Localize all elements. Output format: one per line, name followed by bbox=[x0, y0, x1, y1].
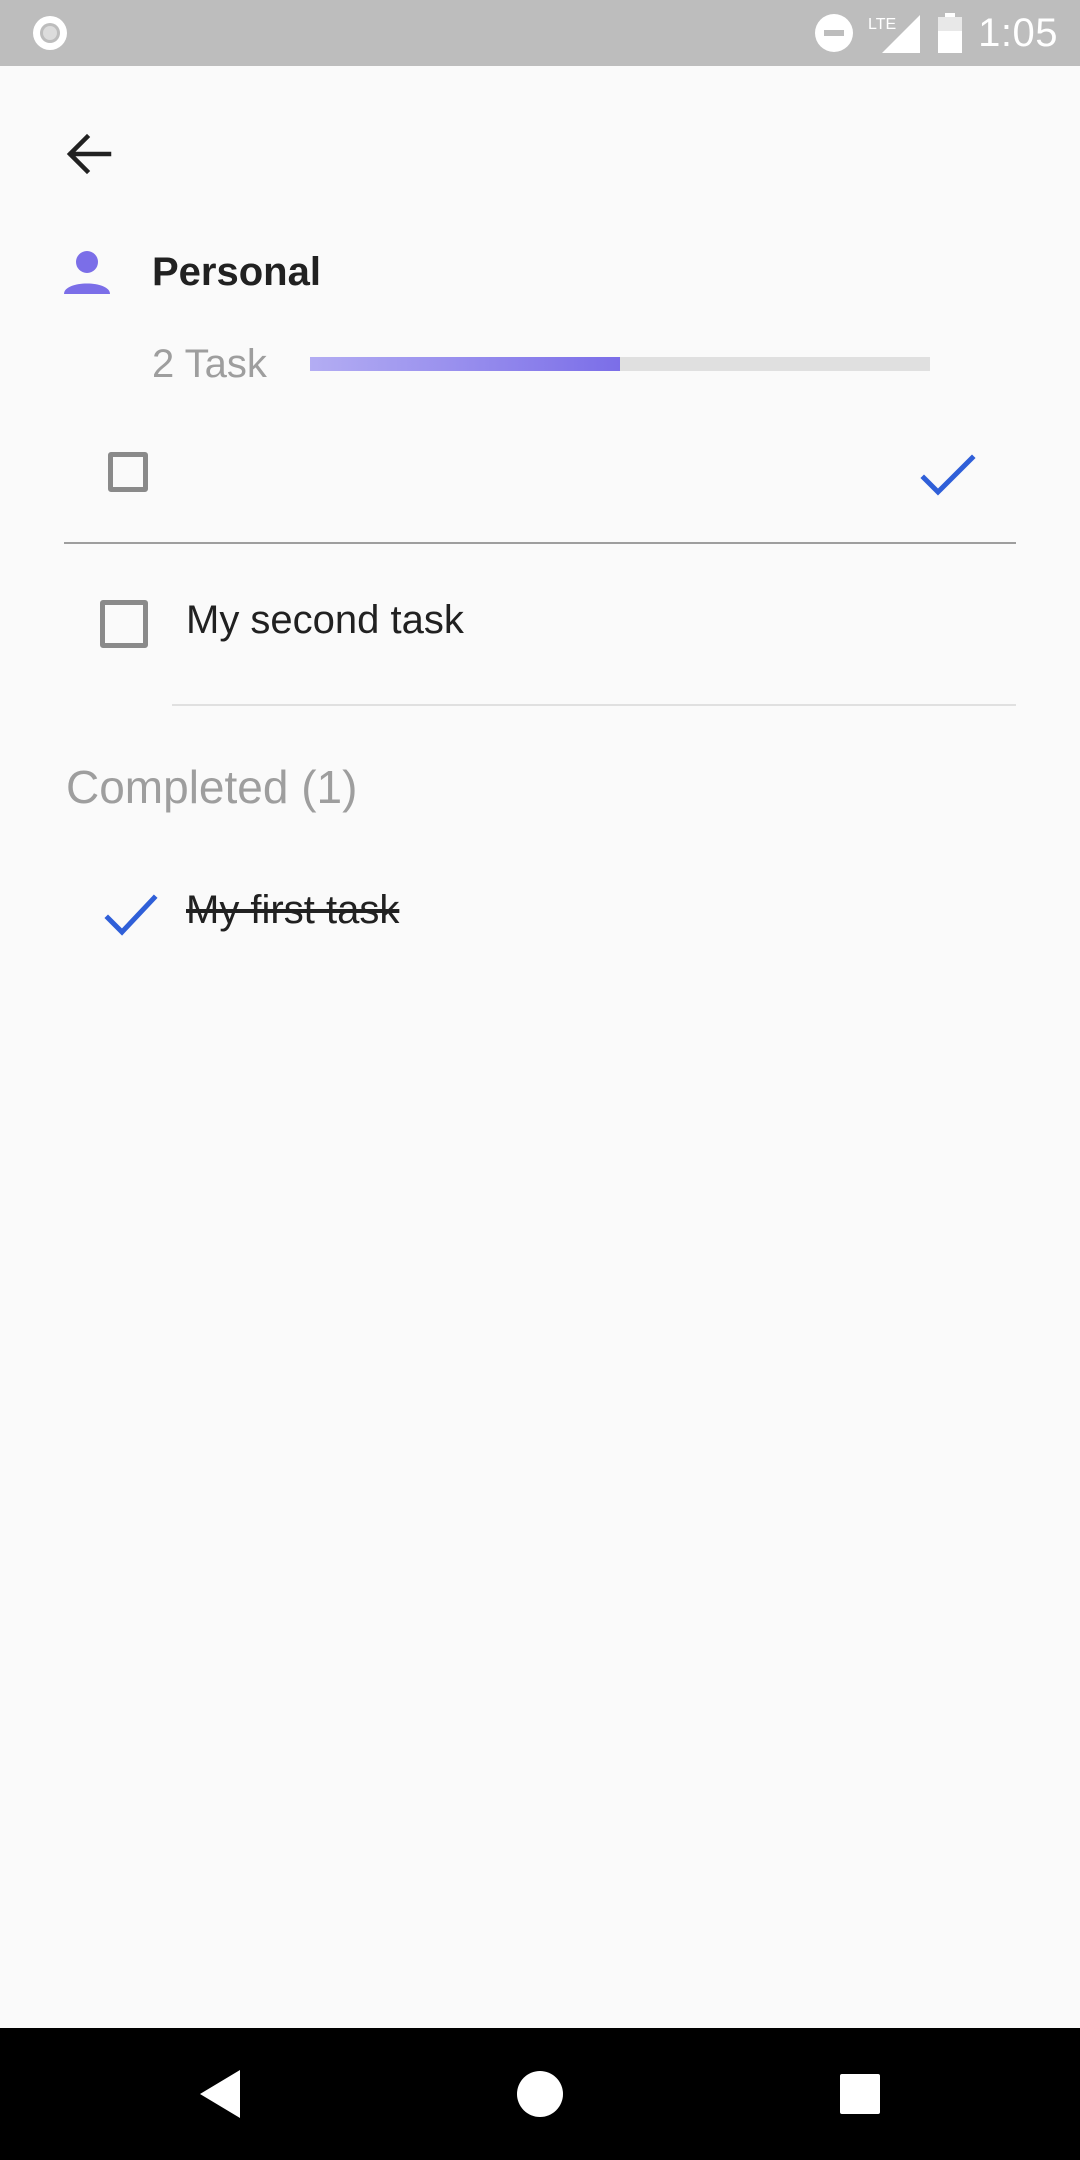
confirm-task-button[interactable] bbox=[916, 446, 980, 506]
arrow-back-icon bbox=[66, 133, 112, 175]
circle-notification-icon bbox=[33, 16, 67, 50]
svg-text:LTE: LTE bbox=[868, 16, 896, 33]
lte-signal-icon: LTE bbox=[868, 15, 921, 53]
navigation-bar bbox=[0, 2028, 1080, 2160]
back-button[interactable] bbox=[46, 112, 130, 196]
completed-header[interactable]: Completed (1) bbox=[66, 760, 357, 814]
task-label: My second task bbox=[186, 598, 464, 642]
new-task-row bbox=[64, 430, 1016, 544]
check-icon bbox=[920, 454, 976, 496]
person-icon bbox=[64, 251, 110, 294]
recents-square-icon bbox=[840, 2074, 880, 2114]
nav-back-button[interactable] bbox=[190, 2064, 250, 2124]
do-not-disturb-icon bbox=[815, 14, 854, 52]
list-title: Personal bbox=[152, 250, 321, 294]
status-right: LTE 1:05 bbox=[814, 0, 1058, 66]
new-task-checkbox[interactable] bbox=[108, 452, 148, 492]
nav-home-button[interactable] bbox=[510, 2064, 570, 2124]
completed-task-item[interactable]: My first task bbox=[64, 870, 1016, 960]
task-count: 2 Task bbox=[152, 342, 267, 386]
home-circle-icon bbox=[517, 2071, 563, 2117]
battery-icon bbox=[938, 13, 963, 53]
completed-task-label: My first task bbox=[186, 888, 400, 932]
task-checkbox[interactable] bbox=[100, 600, 148, 648]
progress-fill bbox=[310, 357, 620, 371]
divider bbox=[172, 704, 1016, 706]
task-item[interactable]: My second task bbox=[64, 580, 1016, 706]
screen: LTE 1:05 Personal 2 Task My second task … bbox=[0, 0, 1080, 2160]
status-time: 1:05 bbox=[978, 10, 1058, 55]
check-icon[interactable] bbox=[104, 886, 164, 946]
nav-recents-button[interactable] bbox=[830, 2064, 890, 2124]
back-triangle-icon bbox=[200, 2070, 240, 2118]
new-task-input[interactable] bbox=[182, 448, 886, 506]
status-bar: LTE 1:05 bbox=[0, 0, 1080, 66]
progress-bar bbox=[310, 357, 930, 371]
